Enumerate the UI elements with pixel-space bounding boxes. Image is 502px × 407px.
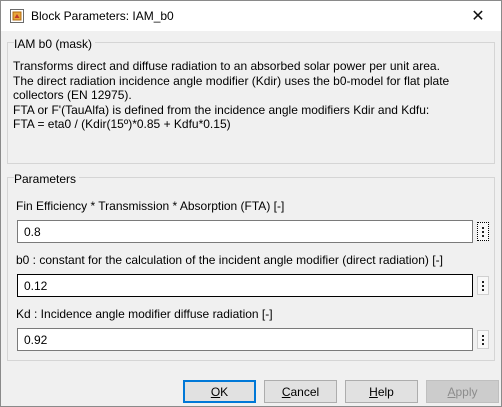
kd-label: Kd : Incidence angle modifier diffuse ra…: [16, 307, 273, 321]
more-options-icon-dot: [482, 230, 484, 233]
simulink-block-icon: [10, 9, 24, 23]
apply-label-rest: pply: [455, 384, 478, 399]
cancel-label-rest: ancel: [290, 384, 320, 399]
fta-options-button[interactable]: [477, 222, 489, 241]
title-bar[interactable]: Block Parameters: IAM_b0 ✕: [1, 1, 501, 31]
description-line: The direct radiation incidence angle mod…: [13, 73, 450, 88]
help-hotkey: H: [369, 384, 378, 399]
more-options-icon: [482, 280, 484, 283]
more-options-icon: [482, 226, 484, 229]
description-line: FTA = eta0 / (Kdir(15º)*0.85 + Kdfu*0.15…: [13, 117, 231, 132]
fta-input[interactable]: 0.8: [17, 220, 473, 243]
close-icon: ✕: [471, 8, 485, 25]
description-line: Transforms direct and diffuse radiation …: [13, 59, 440, 73]
block-parameters-dialog: Block Parameters: IAM_b0 ✕ IAM b0 (mask)…: [0, 0, 502, 407]
ok-label-rest: K: [220, 384, 229, 399]
more-options-icon-dot: [482, 338, 484, 341]
more-options-icon-dot: [482, 234, 484, 237]
description-line: collectors (EN 12975).: [13, 88, 132, 103]
apply-button[interactable]: Apply: [426, 380, 499, 403]
cancel-hotkey: C: [281, 384, 291, 399]
more-options-icon-dot: [482, 288, 484, 291]
help-label-rest: elp: [377, 384, 394, 399]
apply-hotkey: A: [447, 384, 456, 399]
fta-value: 0.8: [24, 224, 41, 239]
window-title: Block Parameters: IAM_b0: [31, 9, 174, 23]
cancel-button[interactable]: Cancel: [264, 380, 337, 403]
kd-options-button[interactable]: [477, 330, 489, 349]
more-options-icon: [482, 334, 484, 337]
b0-value: 0.12: [24, 278, 48, 293]
fta-label: Fin Efficiency * Transmission * Absorpti…: [16, 199, 285, 213]
kd-input[interactable]: 0.92: [17, 328, 473, 351]
more-options-icon-dot: [482, 284, 484, 287]
ok-button[interactable]: OK: [183, 380, 256, 403]
description-line: FTA or F'(TauAlfa) is defined from the i…: [13, 102, 430, 117]
mask-group-label: IAM b0 (mask): [14, 37, 96, 51]
b0-options-button[interactable]: [477, 276, 489, 295]
parameters-group-label: Parameters: [14, 172, 80, 186]
close-button[interactable]: ✕: [455, 1, 501, 31]
mask-description: Transforms direct and diffuse radiation …: [13, 59, 491, 132]
more-options-icon-dot: [482, 342, 484, 345]
b0-label: b0 : constant for the calculation of the…: [16, 253, 443, 267]
help-button[interactable]: Help: [345, 380, 418, 403]
b0-input[interactable]: 0.12: [17, 274, 473, 297]
kd-value: 0.92: [24, 332, 48, 347]
ok-hotkey: O: [210, 384, 221, 399]
